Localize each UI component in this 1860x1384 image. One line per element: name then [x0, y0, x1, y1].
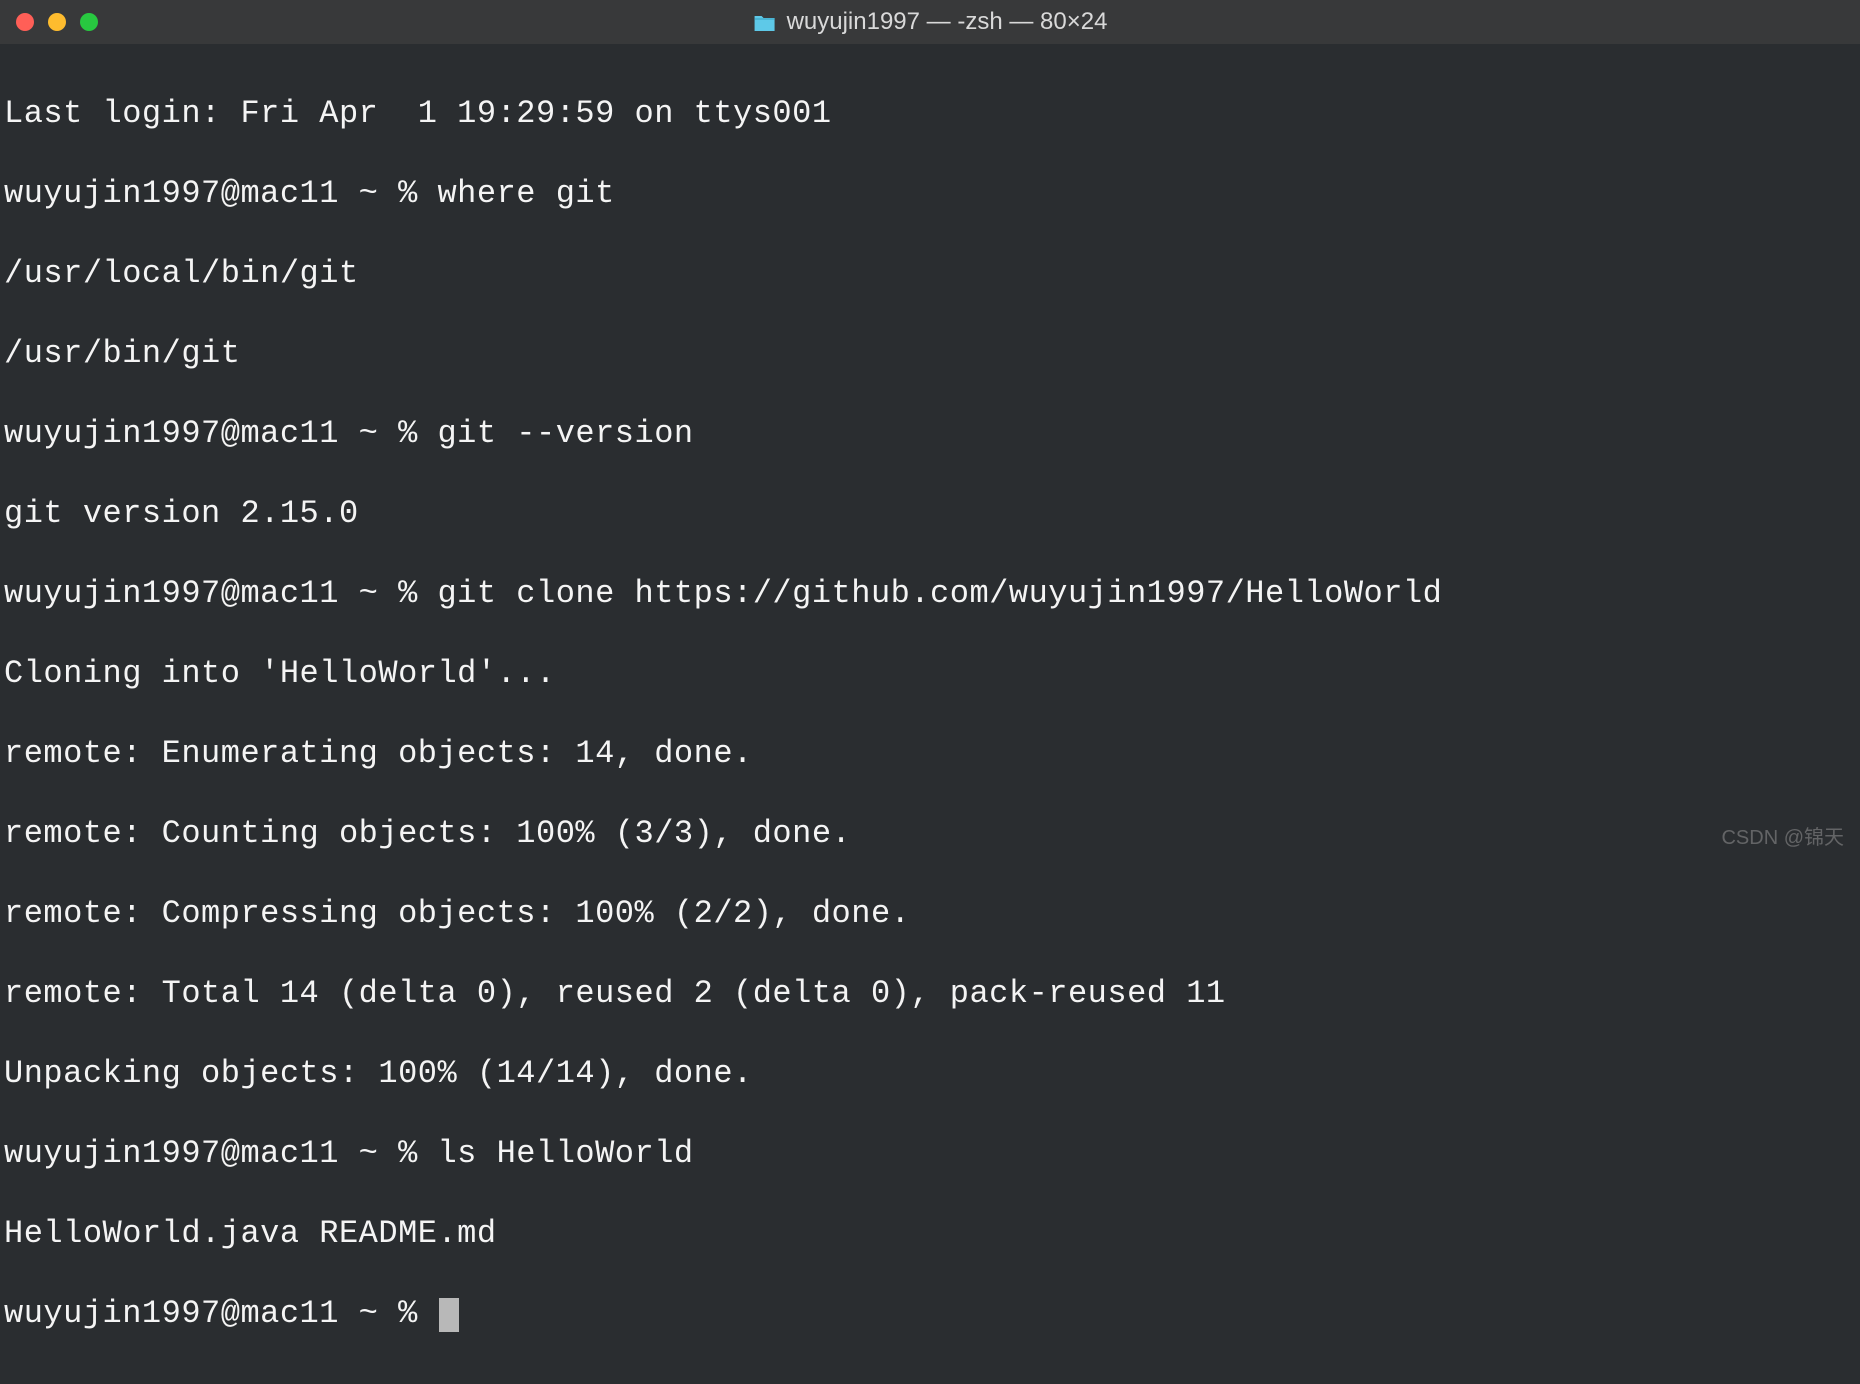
terminal-line: wuyujin1997@mac11 ~ % git --version [4, 414, 1856, 454]
terminal-prompt: wuyujin1997@mac11 ~ % [4, 1295, 437, 1332]
cursor-icon [439, 1298, 459, 1332]
terminal-prompt-line[interactable]: wuyujin1997@mac11 ~ % [4, 1294, 1856, 1334]
terminal-line: wuyujin1997@mac11 ~ % git clone https://… [4, 574, 1856, 614]
traffic-lights [16, 13, 98, 31]
window-titlebar: wuyujin1997 — -zsh — 80×24 [0, 0, 1860, 44]
window-title-group: wuyujin1997 — -zsh — 80×24 [753, 8, 1108, 36]
terminal-line: Last login: Fri Apr 1 19:29:59 on ttys00… [4, 94, 1856, 134]
minimize-button[interactable] [48, 13, 66, 31]
terminal-line: remote: Counting objects: 100% (3/3), do… [4, 814, 1856, 854]
window-title: wuyujin1997 — -zsh — 80×24 [787, 8, 1108, 36]
terminal-line: /usr/bin/git [4, 334, 1856, 374]
terminal-line: remote: Total 14 (delta 0), reused 2 (de… [4, 974, 1856, 1014]
terminal-line: git version 2.15.0 [4, 494, 1856, 534]
terminal-line: Unpacking objects: 100% (14/14), done. [4, 1054, 1856, 1094]
folder-icon [753, 12, 777, 32]
terminal-line: HelloWorld.java README.md [4, 1214, 1856, 1254]
close-button[interactable] [16, 13, 34, 31]
terminal-line: remote: Compressing objects: 100% (2/2),… [4, 894, 1856, 934]
watermark: CSDN @锦天 [1721, 821, 1844, 850]
terminal-line: wuyujin1997@mac11 ~ % ls HelloWorld [4, 1134, 1856, 1174]
maximize-button[interactable] [80, 13, 98, 31]
terminal-line: Cloning into 'HelloWorld'... [4, 654, 1856, 694]
terminal-output[interactable]: Last login: Fri Apr 1 19:29:59 on ttys00… [0, 44, 1860, 1384]
terminal-line: /usr/local/bin/git [4, 254, 1856, 294]
terminal-line: wuyujin1997@mac11 ~ % where git [4, 174, 1856, 214]
terminal-line: remote: Enumerating objects: 14, done. [4, 734, 1856, 774]
